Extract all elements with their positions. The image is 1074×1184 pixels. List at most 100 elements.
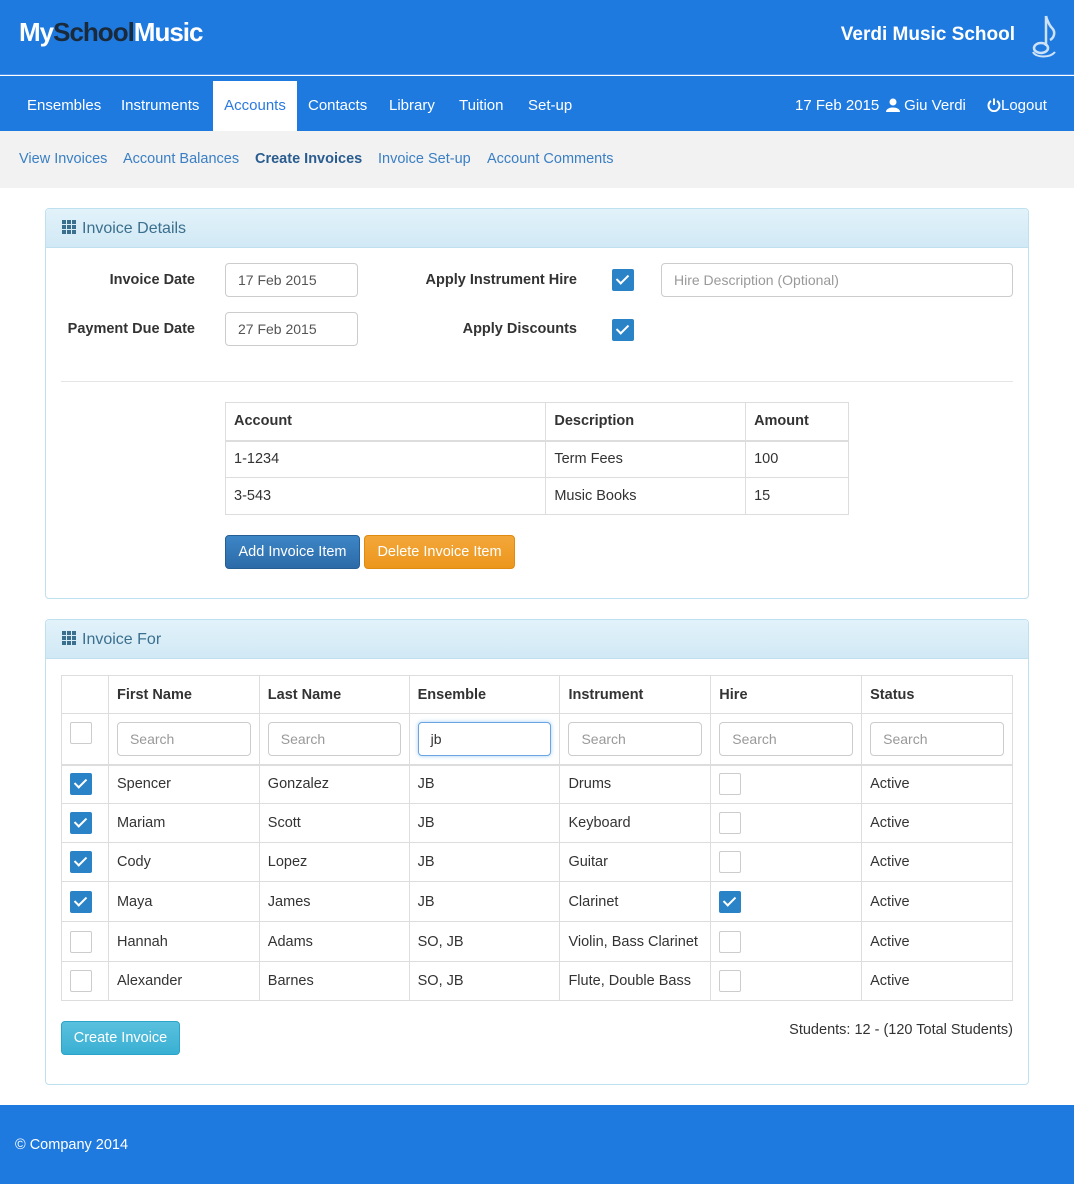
hire-checkbox[interactable] — [719, 970, 742, 992]
nav-tuition[interactable]: Tuition — [447, 81, 515, 131]
nav-setup[interactable]: Set-up — [516, 81, 584, 131]
cell-first-name: Maya — [107, 881, 260, 922]
row-select-checkbox[interactable] — [70, 890, 92, 913]
user-icon — [886, 98, 900, 112]
cell-amount: 15 — [745, 477, 849, 515]
cell-status: Active — [861, 921, 1013, 962]
search-ensemble[interactable]: jb — [417, 721, 552, 756]
invoice-date-field[interactable]: 17 Feb 2015 — [225, 263, 358, 297]
row-select-checkbox[interactable] — [70, 812, 92, 834]
footer-copyright: © Company 2014 — [15, 1137, 129, 1153]
col-first-name: First Name — [107, 675, 260, 714]
logo-text-my: My — [19, 17, 54, 47]
table-row[interactable]: 3-543 Music Books 15 — [224, 477, 849, 515]
invoice-for-panel: Invoice For First Name Last Name Ensembl… — [45, 619, 1029, 1085]
cell-instrument: Violin, Bass Clarinet — [559, 921, 712, 962]
cell-amount: 100 — [745, 440, 849, 478]
hire-checkbox[interactable] — [719, 930, 742, 953]
col-status: Status — [861, 675, 1013, 714]
table-row[interactable]: Maya James JB Clarinet Active — [61, 881, 1013, 922]
app-logo[interactable]: MySchoolMusic — [19, 17, 203, 48]
cell-ensemble: JB — [408, 881, 561, 922]
user-name: Giu Verdi — [904, 97, 966, 114]
create-invoice-button[interactable]: Create Invoice — [61, 1021, 180, 1055]
row-select-checkbox[interactable] — [70, 773, 92, 796]
table-row[interactable]: Hannah Adams SO, JB Violin, Bass Clarinet Ac… — [61, 921, 1013, 962]
nav-instruments[interactable]: Instruments — [109, 81, 211, 131]
col-description: Description — [545, 402, 747, 441]
logout-label: Logout — [1001, 97, 1047, 114]
grid-icon — [62, 220, 76, 234]
power-icon — [987, 98, 1001, 113]
divider — [61, 381, 1013, 382]
cell-account: 3-543 — [224, 477, 547, 515]
table-row[interactable]: Cody Lopez JB Guitar Active — [61, 842, 1013, 882]
col-instrument: Instrument — [559, 675, 712, 714]
cell-first-name: Alexander — [107, 961, 260, 1001]
nav-contacts[interactable]: Contacts — [296, 81, 379, 131]
cell-ensemble: SO, JB — [408, 921, 561, 962]
sub-nav: View Invoices Account Balances Create In… — [0, 131, 1074, 188]
filter-row: Search Search jb Search Search Search — [61, 713, 1013, 765]
table-row[interactable]: Mariam Scott JB Keyboard Active — [61, 803, 1013, 843]
cell-description: Term Fees — [545, 440, 747, 478]
cell-ensemble: JB — [408, 803, 561, 843]
table-row[interactable]: Spencer Gonzalez JB Drums Active — [61, 764, 1013, 804]
table-row[interactable]: 1-1234 Term Fees 100 — [224, 440, 849, 478]
cell-account: 1-1234 — [224, 440, 547, 478]
logout-link[interactable]: Logout — [987, 81, 1047, 131]
search-hire[interactable]: Search — [719, 721, 854, 756]
search-status[interactable]: Search — [870, 721, 1004, 756]
school-name: Verdi Music School — [840, 24, 1015, 45]
payment-due-field[interactable]: 27 Feb 2015 — [225, 312, 358, 346]
cell-ensemble: JB — [408, 842, 561, 882]
apply-discounts-checkbox[interactable] — [612, 319, 634, 341]
nav-library[interactable]: Library — [377, 81, 447, 131]
row-select-checkbox[interactable] — [70, 851, 92, 873]
hire-description-input[interactable]: Hire Description (Optional) — [661, 263, 1013, 297]
subnav-account-comments[interactable]: Account Comments — [487, 151, 614, 167]
cell-last-name: James — [258, 881, 410, 922]
cell-first-name: Hannah — [107, 921, 260, 962]
row-select-checkbox[interactable] — [70, 930, 92, 953]
payment-due-label: Payment Due Date — [67, 321, 195, 337]
add-invoice-item-button[interactable]: Add Invoice Item — [225, 535, 360, 569]
table-row[interactable]: Alexander Barnes SO, JB Flute, Double Bass A… — [61, 961, 1013, 1001]
col-select — [61, 675, 109, 714]
subnav-account-balances[interactable]: Account Balances — [123, 151, 239, 167]
hire-checkbox[interactable] — [719, 773, 742, 796]
apply-hire-label: Apply Instrument Hire — [425, 272, 577, 288]
students-table: First Name Last Name Ensemble Instrument… — [61, 675, 1013, 1001]
cell-status: Active — [861, 764, 1013, 804]
delete-invoice-item-button[interactable]: Delete Invoice Item — [364, 535, 515, 569]
cell-last-name: Barnes — [258, 961, 410, 1001]
cell-description: Music Books — [545, 477, 747, 515]
cell-last-name: Lopez — [258, 842, 410, 882]
col-amount: Amount — [745, 402, 849, 441]
hire-checkbox[interactable] — [719, 812, 742, 834]
cell-first-name: Cody — [107, 842, 260, 882]
cell-first-name: Spencer — [107, 764, 260, 804]
row-select-checkbox[interactable] — [70, 970, 92, 992]
logo-text-school: School — [53, 17, 135, 47]
cell-ensemble: JB — [408, 764, 561, 804]
nav-accounts[interactable]: Accounts — [213, 81, 297, 131]
subnav-view-invoices[interactable]: View Invoices — [19, 151, 107, 167]
col-account: Account — [224, 402, 547, 441]
search-last-name[interactable]: Search — [267, 721, 401, 756]
invoice-for-header: Invoice For — [46, 620, 1028, 659]
subnav-invoice-setup[interactable]: Invoice Set-up — [378, 151, 471, 167]
cell-first-name: Mariam — [107, 803, 260, 843]
invoice-details-header: Invoice Details — [46, 209, 1028, 248]
nav-ensembles[interactable]: Ensembles — [15, 81, 113, 131]
cell-instrument: Clarinet — [559, 881, 712, 922]
select-all-checkbox[interactable] — [70, 722, 92, 744]
hire-checkbox[interactable] — [719, 851, 742, 873]
hire-checkbox[interactable] — [719, 890, 742, 913]
user-menu[interactable]: Giu Verdi — [886, 81, 966, 131]
search-first-name[interactable]: Search — [116, 721, 251, 756]
search-instrument[interactable]: Search — [568, 721, 703, 756]
subnav-create-invoices[interactable]: Create Invoices — [255, 151, 362, 167]
cell-status: Active — [861, 803, 1013, 843]
apply-hire-checkbox[interactable] — [612, 269, 634, 291]
